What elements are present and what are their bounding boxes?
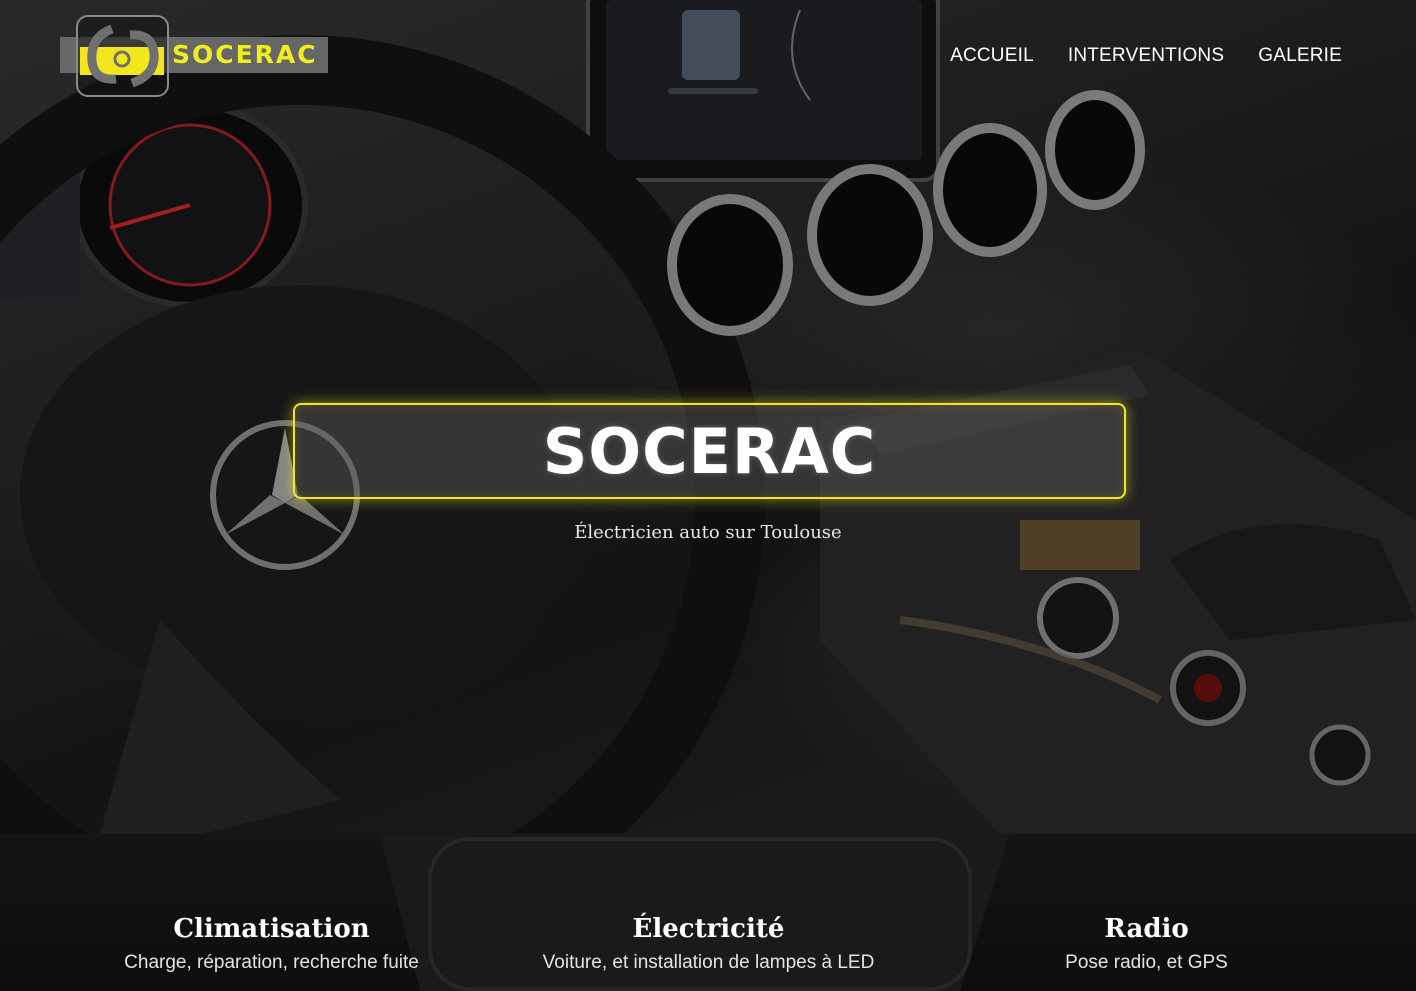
services-section: Climatisation Charge, réparation, recher…	[0, 834, 1416, 991]
service-card-electricite: Électricité Voiture, et installation de …	[490, 914, 927, 974]
service-title: Électricité	[632, 914, 785, 944]
logo-emblem-icon	[80, 24, 164, 88]
nav-link-interventions[interactable]: INTERVENTIONS	[1068, 45, 1224, 67]
main-nav: ACCUEIL INTERVENTIONS GALERIE	[950, 45, 1342, 67]
nav-link-accueil[interactable]: ACCUEIL	[950, 45, 1034, 67]
logo-wordmark: SOCERAC	[172, 40, 318, 69]
hero-title: SOCERAC	[542, 414, 877, 488]
service-description: Pose radio, et GPS	[1065, 952, 1228, 973]
service-description: Voiture, et installation de lampes à LED	[542, 952, 875, 973]
hero-subtitle: Électricien auto sur Toulouse	[574, 522, 842, 543]
service-card-radio: Radio Pose radio, et GPS	[928, 914, 1365, 974]
service-description: Charge, réparation, recherche fuite	[124, 952, 419, 973]
service-title: Radio	[1104, 914, 1189, 944]
nav-link-galerie[interactable]: GALERIE	[1258, 45, 1342, 67]
brand-logo[interactable]: SOCERAC	[60, 15, 330, 97]
service-title: Climatisation	[173, 914, 370, 944]
hero-title-frame: SOCERAC	[293, 403, 1126, 499]
service-card-climatisation: Climatisation Charge, réparation, recher…	[53, 914, 490, 974]
